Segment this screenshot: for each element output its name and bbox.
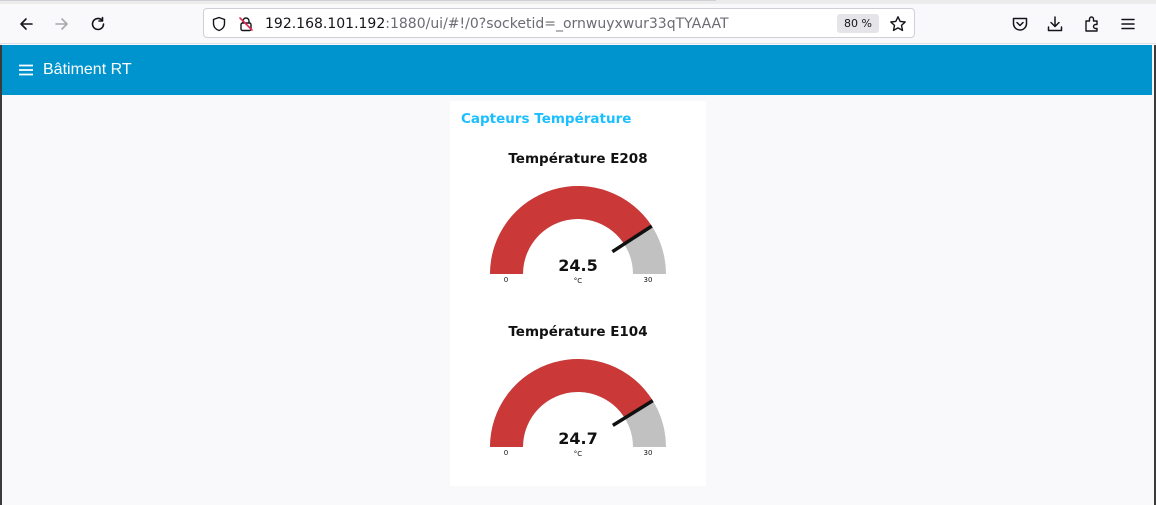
- forward-arrow-icon: [55, 18, 68, 30]
- dashboard-header: Bâtiment RT: [2, 45, 1152, 95]
- insecure-lock-icon[interactable]: [237, 15, 255, 33]
- gauge-title-e208: Température E208: [508, 151, 648, 167]
- pocket-button[interactable]: [1006, 11, 1034, 37]
- group-title: Capteurs Température: [461, 111, 632, 127]
- app-menu-button[interactable]: [1114, 11, 1142, 37]
- url-path: :1880/ui/#!/0?socketid=_ornwuyxwur33qTYA…: [385, 16, 729, 32]
- url-host: 192.168.101.192: [265, 16, 386, 32]
- gauge-min-label: 0: [504, 276, 508, 284]
- gauge-value: 24.5: [558, 256, 597, 275]
- gauge-e208: 24.5 °C 0 30: [490, 185, 666, 285]
- extensions-icon: [1085, 16, 1098, 32]
- gauge-unit: °C: [574, 277, 583, 285]
- gauge-value: 24.7: [558, 429, 597, 448]
- hamburger-menu-icon: [1121, 18, 1135, 30]
- sensor-group-card: Capteurs Température Température E208 24…: [450, 101, 706, 486]
- forward-button[interactable]: [48, 11, 76, 37]
- download-icon: [1047, 16, 1063, 32]
- back-button[interactable]: [12, 11, 40, 37]
- back-arrow-icon: [20, 18, 33, 30]
- reload-button[interactable]: [84, 11, 112, 37]
- url-bar[interactable]: 192.168.101.192:1880/ui/#!/0?socketid=_o…: [203, 8, 915, 38]
- menu-icon[interactable]: [18, 62, 34, 78]
- star-icon[interactable]: [888, 14, 908, 34]
- reload-icon: [91, 16, 105, 31]
- url-text[interactable]: 192.168.101.192:1880/ui/#!/0?socketid=_o…: [265, 15, 729, 33]
- gauge-e104: 24.7 °C 0 30: [490, 359, 666, 458]
- dashboard-title: Bâtiment RT: [43, 61, 132, 78]
- gauge-min-label: 0: [504, 449, 508, 457]
- pocket-icon: [1012, 17, 1028, 31]
- downloads-button[interactable]: [1041, 11, 1069, 37]
- extensions-button[interactable]: [1078, 11, 1106, 37]
- gauge-title-e104: Température E104: [508, 324, 648, 340]
- browser-toolbar: 192.168.101.192:1880/ui/#!/0?socketid=_o…: [0, 4, 1156, 44]
- zoom-level-badge[interactable]: 80 %: [837, 14, 879, 33]
- gauge-max-label: 30: [644, 276, 653, 284]
- gauge-unit: °C: [574, 450, 583, 458]
- shield-icon[interactable]: [210, 15, 228, 33]
- gauge-max-label: 30: [644, 449, 653, 457]
